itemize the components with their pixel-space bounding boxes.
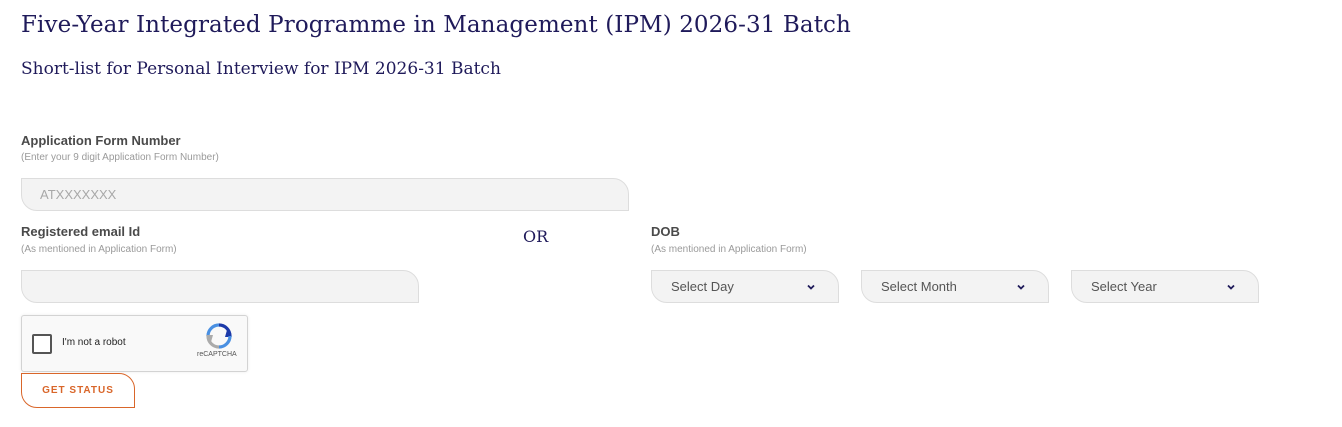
recaptcha-logo-icon — [206, 323, 232, 349]
dob-year-value: Select Year — [1091, 279, 1157, 294]
application-number-hint: (Enter your 9 digit Application Form Num… — [21, 152, 219, 163]
page-subtitle: Short-list for Personal Interview for IP… — [21, 59, 501, 79]
or-separator: OR — [523, 227, 549, 246]
dob-day-select[interactable]: Select Day — [651, 270, 839, 303]
chevron-down-icon — [807, 284, 815, 290]
email-input[interactable] — [21, 270, 419, 303]
dob-year-select[interactable]: Select Year — [1071, 270, 1259, 303]
recaptcha-brand: reCAPTCHA — [197, 351, 237, 358]
dob-month-value: Select Month — [881, 279, 957, 294]
email-label: Registered email Id — [21, 224, 141, 239]
recaptcha-widget: I'm not a robot reCAPTCHA — [21, 315, 248, 372]
dob-day-value: Select Day — [671, 279, 734, 294]
application-number-label: Application Form Number — [21, 133, 181, 148]
chevron-down-icon — [1227, 284, 1235, 290]
email-hint: (As mentioned in Application Form) — [21, 244, 177, 255]
chevron-down-icon — [1017, 284, 1025, 290]
get-status-button[interactable]: GET STATUS — [21, 373, 135, 408]
recaptcha-label: I'm not a robot — [62, 337, 126, 348]
application-number-input[interactable] — [21, 178, 629, 211]
dob-month-select[interactable]: Select Month — [861, 270, 1049, 303]
page-title: Five-Year Integrated Programme in Manage… — [21, 12, 851, 38]
dob-hint: (As mentioned in Application Form) — [651, 244, 807, 255]
dob-label: DOB — [651, 224, 680, 239]
recaptcha-checkbox[interactable] — [32, 334, 52, 354]
